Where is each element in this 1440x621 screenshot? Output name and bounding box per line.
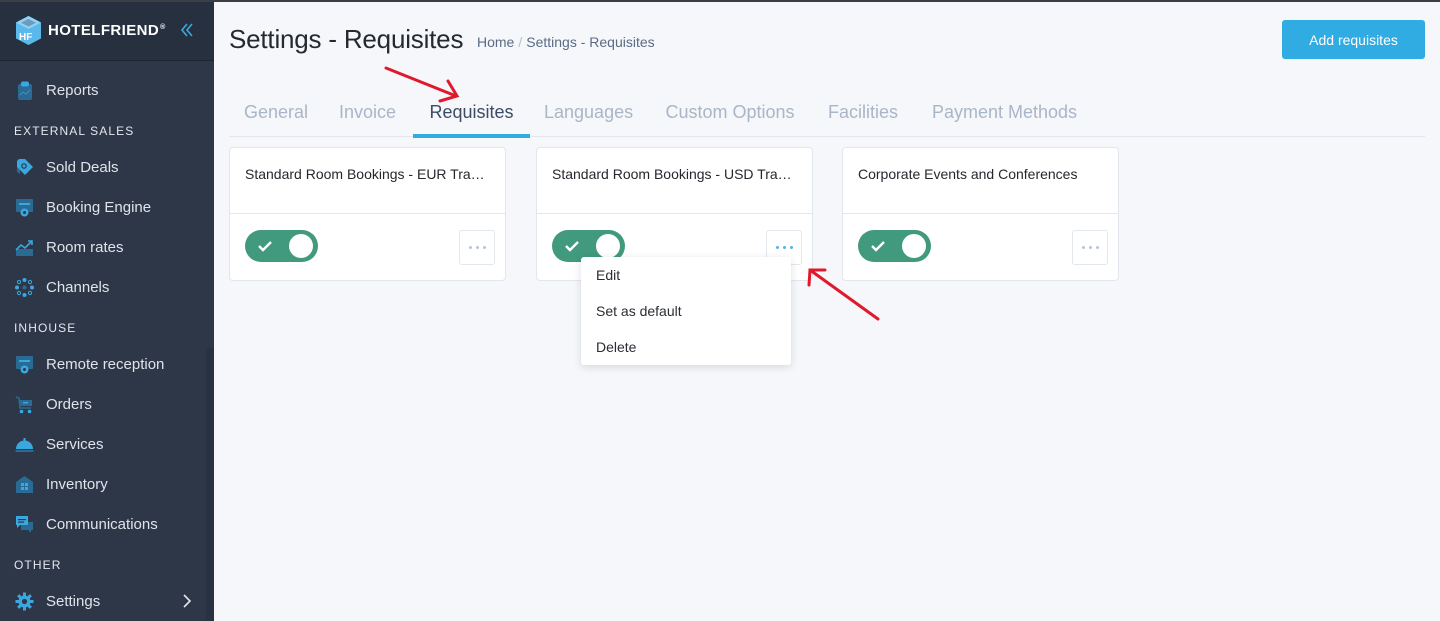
checkmark-icon (258, 241, 272, 252)
tab-requisites[interactable]: Requisites (413, 92, 530, 138)
sidebar-item-label: Communications (46, 515, 158, 533)
breadcrumb-home[interactable]: Home (477, 34, 514, 50)
more-dots-icon (782, 246, 786, 249)
window-top-border (0, 0, 1440, 2)
card-title: Standard Room Bookings - EUR Transaction… (245, 166, 490, 182)
chat-icon (15, 515, 34, 534)
sidebar-item-label: Remote reception (46, 355, 165, 373)
tag-icon (15, 158, 34, 177)
chart-rising-icon (15, 238, 34, 257)
card-divider (843, 213, 1118, 214)
gear-icon (15, 592, 34, 611)
chevron-right-icon (183, 594, 192, 608)
main-content: Settings - Requisites Home / Settings - Re… (215, 0, 1440, 621)
sidebar-item-label: Orders (46, 395, 92, 413)
brand-name: HOTELFRIEND® (48, 21, 166, 39)
hotelfriend-logo-icon: HF (16, 15, 41, 45)
more-dots-icon (775, 246, 779, 249)
more-dots-icon (1095, 246, 1099, 249)
section-title-inhouse: INHOUSE (14, 321, 77, 335)
requisite-card: Standard Room Bookings - EUR Transaction… (229, 147, 506, 281)
cart-icon (15, 395, 34, 414)
sidebar: HF HOTELFRIEND® Reports EXTERNAL SALES S… (0, 0, 214, 621)
more-dots-icon (468, 246, 472, 249)
sidebar-item-reports[interactable]: Reports (0, 70, 206, 110)
breadcrumb-separator: / (518, 34, 523, 50)
sidebar-item-label: Channels (46, 278, 110, 296)
toggle-knob (596, 234, 620, 258)
card-divider (230, 213, 505, 214)
house-grid-icon (15, 475, 34, 494)
more-options-button[interactable] (459, 230, 495, 265)
sidebar-item-label: Booking Engine (46, 198, 152, 216)
sidebar-item-remote-reception[interactable]: Remote reception (0, 344, 206, 384)
sidebar-item-services[interactable]: Services (0, 424, 206, 464)
network-icon (15, 277, 34, 297)
menu-item-edit[interactable]: Edit (581, 257, 791, 293)
browser-gear-icon (15, 198, 34, 217)
sidebar-item-channels[interactable]: Channels (0, 267, 206, 307)
toggle-knob (289, 234, 313, 258)
sidebar-item-inventory[interactable]: Inventory (0, 464, 206, 504)
sidebar-header: HF HOTELFRIEND® (0, 0, 214, 61)
tab-languages[interactable]: Languages (544, 92, 633, 137)
sidebar-scrollbar[interactable] (206, 348, 214, 621)
sidebar-item-settings[interactable]: Settings (0, 581, 206, 621)
page-title: Settings - Requisites (229, 24, 464, 54)
card-context-menu: Edit Set as default Delete (581, 257, 791, 365)
enabled-toggle[interactable] (245, 230, 318, 262)
menu-item-set-default[interactable]: Set as default (581, 293, 791, 329)
more-dots-icon (789, 246, 793, 249)
clipboard-chart-icon (15, 81, 34, 100)
sidebar-item-label: Reports (46, 81, 99, 99)
requisite-card: Corporate Events and Conferences (842, 147, 1119, 281)
more-dots-icon (1088, 246, 1092, 249)
more-dots-icon (482, 246, 486, 249)
section-title-external-sales: EXTERNAL SALES (14, 124, 135, 138)
settings-tabs: General Invoice Requisites Languages Cus… (229, 92, 1425, 138)
checkmark-icon (871, 241, 885, 252)
tab-custom-options[interactable]: Custom Options (665, 92, 795, 137)
sidebar-item-room-rates[interactable]: Room rates (0, 227, 206, 267)
sidebar-item-sold-deals[interactable]: Sold Deals (0, 147, 206, 187)
checkmark-icon (565, 241, 579, 252)
sidebar-item-label: Settings (46, 592, 101, 610)
section-title-other: OTHER (14, 558, 62, 572)
breadcrumb-current: Settings - Requisites (526, 34, 655, 50)
menu-item-delete[interactable]: Delete (581, 329, 791, 365)
more-dots-icon (1081, 246, 1085, 249)
sidebar-item-label: Services (46, 435, 104, 453)
cloche-icon (15, 435, 34, 454)
sidebar-item-booking-engine[interactable]: Booking Engine (0, 187, 206, 227)
collapse-sidebar-icon[interactable] (180, 22, 194, 38)
card-divider (537, 213, 812, 214)
sidebar-item-label: Sold Deals (46, 158, 119, 176)
more-dots-icon (475, 246, 479, 249)
browser-gear-icon (15, 355, 34, 374)
card-title: Corporate Events and Conferences (858, 166, 1078, 182)
breadcrumb: Home / Settings - Requisites (477, 34, 655, 50)
toggle-knob (902, 234, 926, 258)
add-requisites-button[interactable]: Add requisites (1282, 20, 1425, 59)
card-title: Standard Room Bookings - USD Transaction… (552, 166, 797, 182)
tab-general[interactable]: General (244, 92, 308, 137)
sidebar-item-label: Room rates (46, 238, 124, 256)
more-options-button[interactable] (1072, 230, 1108, 265)
tab-payment-methods[interactable]: Payment Methods (931, 92, 1078, 137)
tab-invoice[interactable]: Invoice (338, 92, 397, 137)
sidebar-item-orders[interactable]: Orders (0, 384, 206, 424)
sidebar-item-communications[interactable]: Communications (0, 504, 206, 544)
svg-text:HF: HF (19, 32, 32, 43)
enabled-toggle[interactable] (858, 230, 931, 262)
tab-facilities[interactable]: Facilities (827, 92, 899, 137)
sidebar-item-label: Inventory (46, 475, 108, 493)
